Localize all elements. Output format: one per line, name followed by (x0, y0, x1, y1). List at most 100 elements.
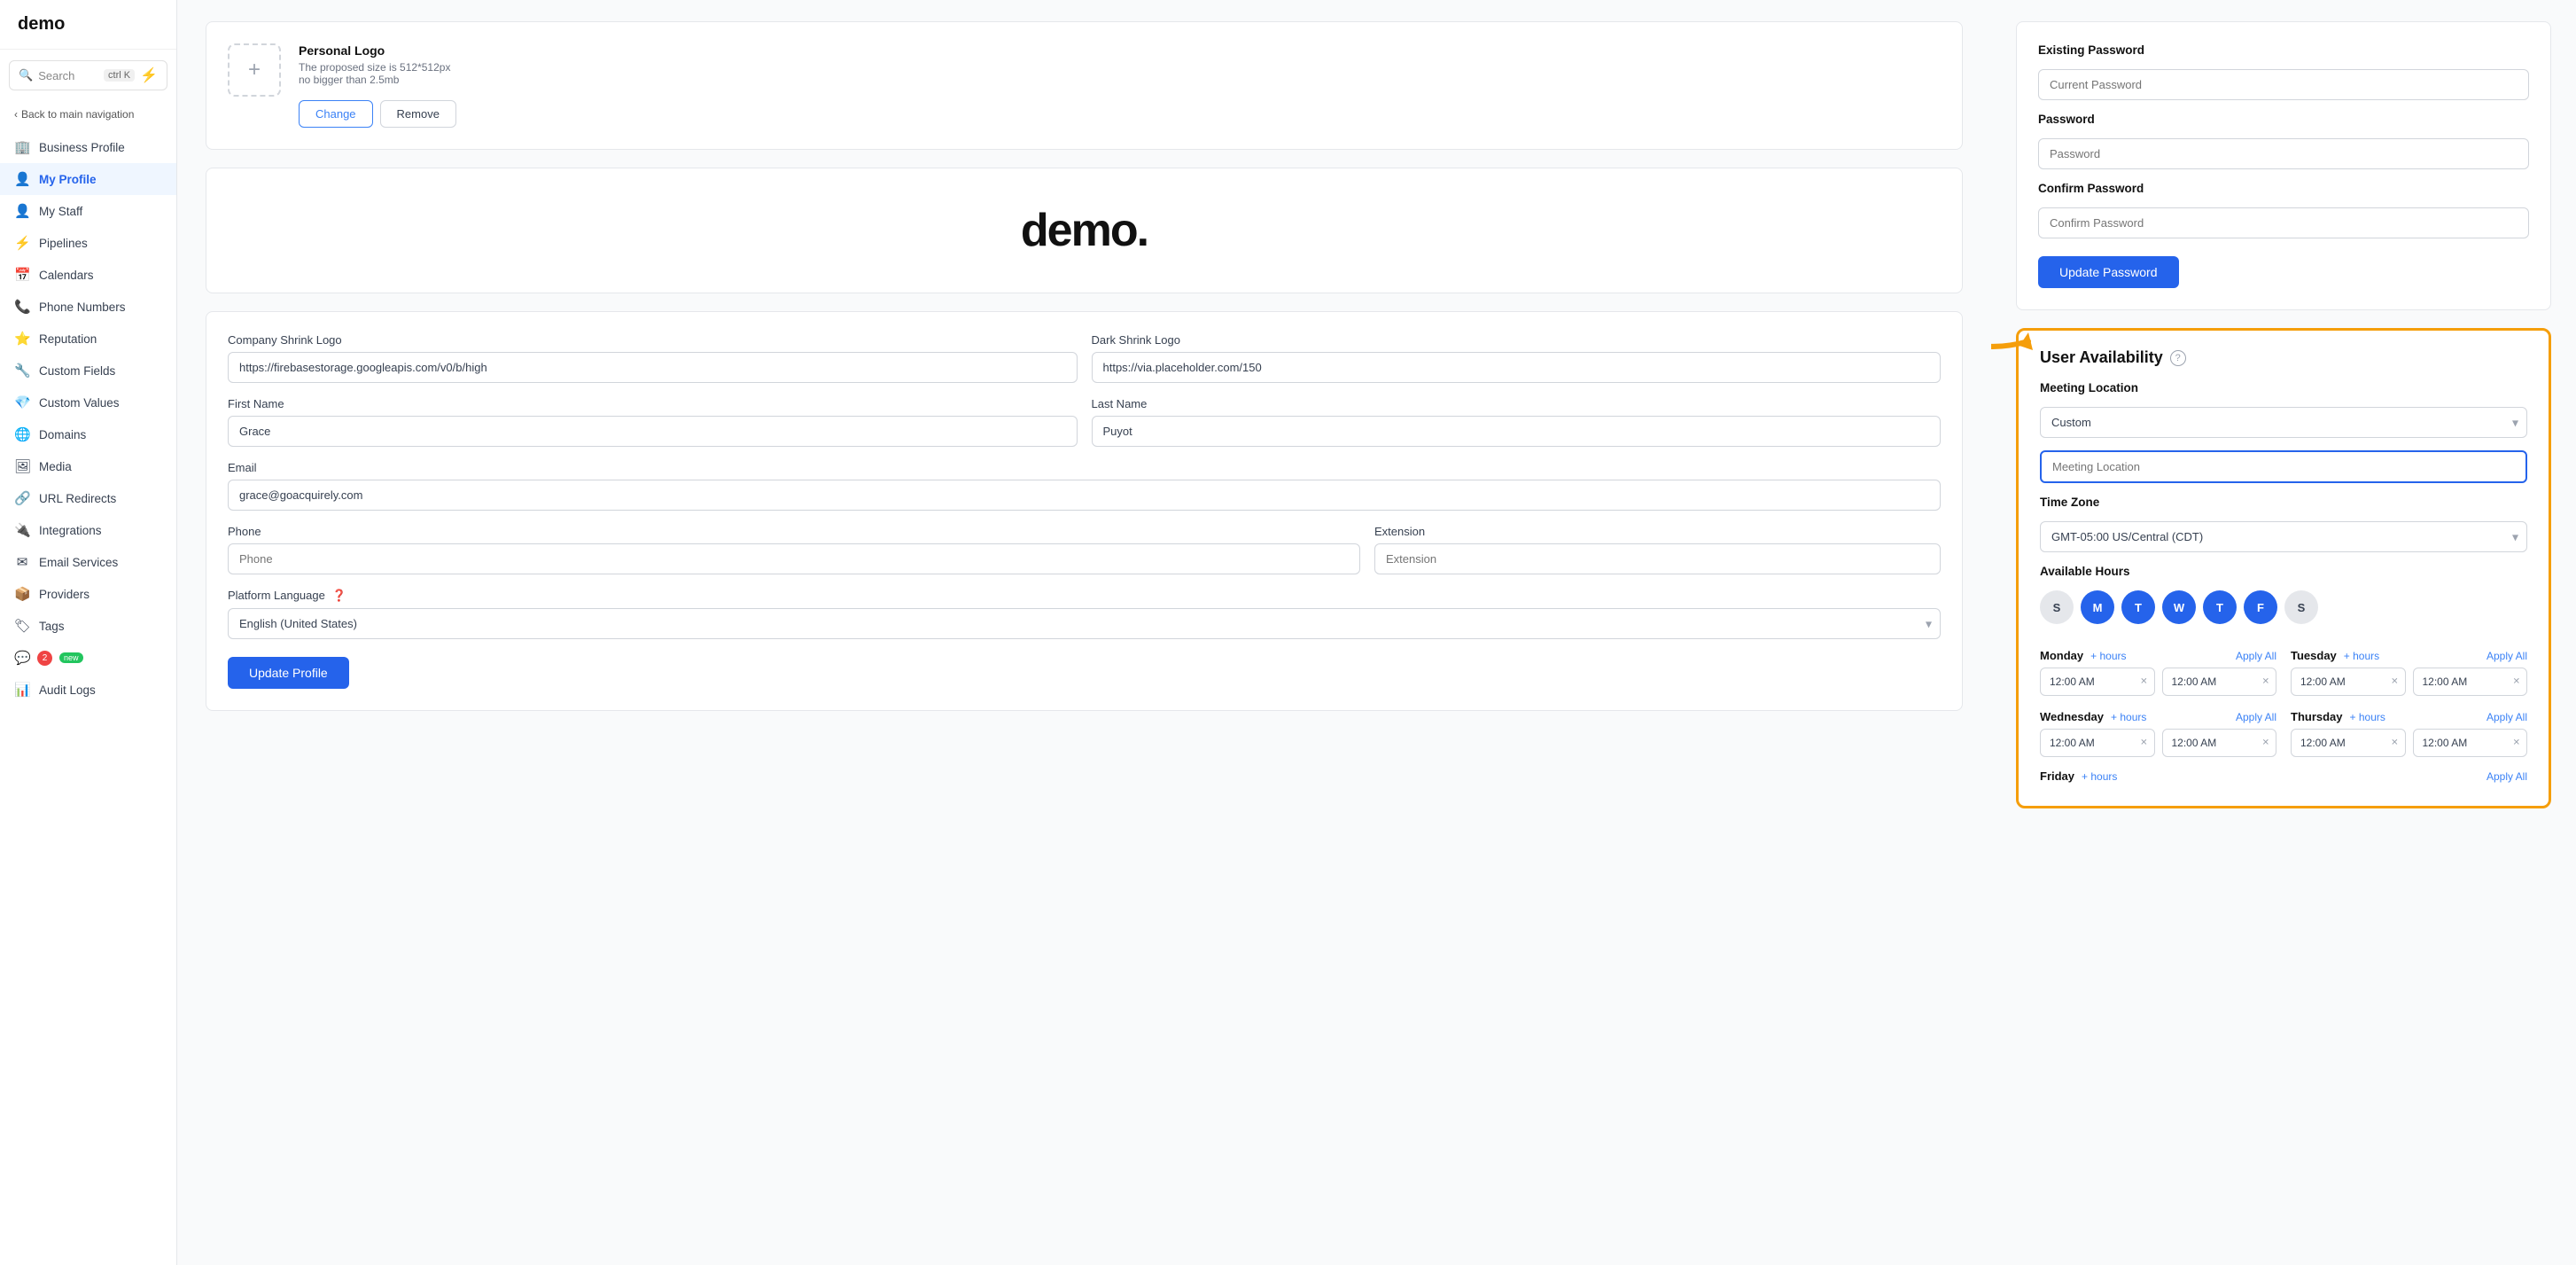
confirm-password-input[interactable] (2038, 207, 2529, 238)
first-name-input[interactable] (228, 416, 1078, 447)
wednesday-start-select[interactable]: 12:00 AM (2040, 729, 2155, 757)
sidebar-item-label: Media (39, 460, 72, 473)
thursday-end-select[interactable]: 12:00 AM (2413, 729, 2528, 757)
phone-group: Phone (228, 525, 1360, 574)
sidebar-item-my-profile[interactable]: 👤 My Profile (0, 163, 176, 195)
sidebar-item-phone-numbers[interactable]: 📞 Phone Numbers (0, 291, 176, 323)
left-panel: + Personal Logo The proposed size is 512… (177, 0, 1991, 1265)
personal-logo-title: Personal Logo (299, 43, 1941, 58)
sidebar-item-calendars[interactable]: 📅 Calendars (0, 259, 176, 291)
thursday-start-select[interactable]: 12:00 AM (2291, 729, 2406, 757)
tuesday-start-select[interactable]: 12:00 AM (2291, 668, 2406, 696)
thursday-add-hours[interactable]: + hours (2350, 711, 2385, 723)
available-hours-group: Available Hours S M T W T F S (2040, 565, 2527, 638)
logo-upload-area[interactable]: + (228, 43, 281, 97)
available-hours-label: Available Hours (2040, 565, 2527, 578)
day-btn-tuesday[interactable]: T (2121, 590, 2155, 624)
sidebar-item-custom-fields[interactable]: 🔧 Custom Fields (0, 355, 176, 387)
last-name-input[interactable] (1092, 416, 1942, 447)
thursday-hours-block: Thursday + hours Apply All 12:00 AM 12 (2291, 710, 2527, 757)
demo-logo-text: demo. (242, 204, 1926, 257)
sidebar-item-integrations[interactable]: 🔌 Integrations (0, 514, 176, 546)
password-label: Password (2038, 113, 2529, 126)
sidebar-item-tags[interactable]: 🏷 Tags (0, 610, 176, 642)
tuesday-apply-all[interactable]: Apply All (2487, 650, 2527, 662)
day-btn-wednesday[interactable]: W (2162, 590, 2196, 624)
friday-apply-all[interactable]: Apply All (2487, 770, 2527, 783)
monday-apply-all[interactable]: Apply All (2236, 650, 2276, 662)
back-navigation[interactable]: ‹ Back to main navigation (0, 101, 176, 128)
remove-logo-button[interactable]: Remove (380, 100, 456, 128)
extension-input[interactable] (1374, 543, 1941, 574)
sidebar-item-pipelines[interactable]: ⚡ Pipelines (0, 227, 176, 259)
phone-input[interactable] (228, 543, 1360, 574)
wednesday-start-wrapper: 12:00 AM (2040, 729, 2155, 757)
main-content: + Personal Logo The proposed size is 512… (177, 0, 2576, 1265)
availability-help-icon[interactable]: ? (2170, 350, 2186, 366)
email-input[interactable] (228, 480, 1941, 511)
wednesday-end-select[interactable]: 12:00 AM (2162, 729, 2277, 757)
custom-values-icon: 💎 (14, 394, 30, 410)
update-password-button[interactable]: Update Password (2038, 256, 2179, 288)
meeting-location-input[interactable] (2040, 450, 2527, 483)
sidebar-item-my-staff[interactable]: 👤 My Staff (0, 195, 176, 227)
phone-icon: 📞 (14, 299, 30, 315)
sidebar-item-email-services[interactable]: ✉ Email Services (0, 546, 176, 578)
day-btn-monday[interactable]: M (2081, 590, 2114, 624)
day-btn-thursday[interactable]: T (2203, 590, 2237, 624)
monday-add-hours[interactable]: + hours (2090, 650, 2126, 662)
meeting-location-select[interactable]: Custom (2040, 407, 2527, 438)
day-btn-saturday[interactable]: S (2284, 590, 2318, 624)
friday-label: Friday (2040, 769, 2074, 783)
sidebar-item-providers[interactable]: 📦 Providers (0, 578, 176, 610)
sidebar-item-label: Providers (39, 588, 89, 601)
existing-password-group: Existing Password (2038, 43, 2529, 100)
tuesday-end-wrapper: 12:00 AM (2413, 668, 2528, 696)
plus-icon: + (248, 58, 261, 82)
change-logo-button[interactable]: Change (299, 100, 373, 128)
monday-end-select[interactable]: 12:00 AM (2162, 668, 2277, 696)
sidebar-item-reputation[interactable]: ⭐ Reputation (0, 323, 176, 355)
sidebar-item-chat[interactable]: 💬 2 new (0, 642, 176, 674)
existing-password-label: Existing Password (2038, 43, 2529, 57)
thursday-apply-all[interactable]: Apply All (2487, 711, 2527, 723)
sidebar-item-custom-values[interactable]: 💎 Custom Values (0, 387, 176, 418)
last-name-label: Last Name (1092, 397, 1942, 410)
search-bar[interactable]: 🔍 Search ctrl K ⚡ (9, 60, 167, 90)
company-shrink-logo-label: Company Shrink Logo (228, 333, 1078, 347)
sidebar-item-business-profile[interactable]: 🏢 Business Profile (0, 131, 176, 163)
tuesday-add-hours[interactable]: + hours (2344, 650, 2379, 662)
search-icon: 🔍 (19, 68, 33, 82)
audit-logs-icon: 📊 (14, 682, 30, 698)
sidebar-item-label: Calendars (39, 269, 94, 282)
sidebar-item-media[interactable]: 🖼 Media (0, 450, 176, 482)
time-zone-group: Time Zone GMT-05:00 US/Central (CDT) (2040, 496, 2527, 552)
meeting-location-select-wrapper: Custom (2040, 407, 2527, 438)
company-shrink-logo-input[interactable] (228, 352, 1078, 383)
sidebar-item-url-redirects[interactable]: 🔗 URL Redirects (0, 482, 176, 514)
friday-add-hours[interactable]: + hours (2082, 770, 2117, 783)
email-label: Email (228, 461, 1941, 474)
wednesday-end-wrapper: 12:00 AM (2162, 729, 2277, 757)
wednesday-apply-all[interactable]: Apply All (2236, 711, 2276, 723)
day-btn-sunday[interactable]: S (2040, 590, 2074, 624)
time-zone-select[interactable]: GMT-05:00 US/Central (CDT) (2040, 521, 2527, 552)
dark-shrink-logo-input[interactable] (1092, 352, 1942, 383)
days-row: S M T W T F S (2040, 590, 2527, 624)
wednesday-add-hours[interactable]: + hours (2111, 711, 2146, 723)
password-input[interactable] (2038, 138, 2529, 169)
platform-language-select[interactable]: English (United States) (228, 608, 1941, 639)
update-profile-button[interactable]: Update Profile (228, 657, 349, 689)
sidebar-nav: 🏢 Business Profile 👤 My Profile 👤 My Sta… (0, 128, 176, 709)
current-password-input[interactable] (2038, 69, 2529, 100)
tuesday-end-select[interactable]: 12:00 AM (2413, 668, 2528, 696)
monday-start-select[interactable]: 12:00 AM (2040, 668, 2155, 696)
platform-language-label: Platform Language ❓ (228, 589, 1941, 603)
day-btn-friday[interactable]: F (2244, 590, 2277, 624)
search-shortcut: ctrl K (104, 69, 135, 82)
sidebar-item-audit-logs[interactable]: 📊 Audit Logs (0, 674, 176, 706)
business-profile-icon: 🏢 (14, 139, 30, 155)
logo-actions: Change Remove (299, 100, 1941, 128)
sidebar-item-domains[interactable]: 🌐 Domains (0, 418, 176, 450)
availability-title: User Availability (2040, 348, 2163, 367)
